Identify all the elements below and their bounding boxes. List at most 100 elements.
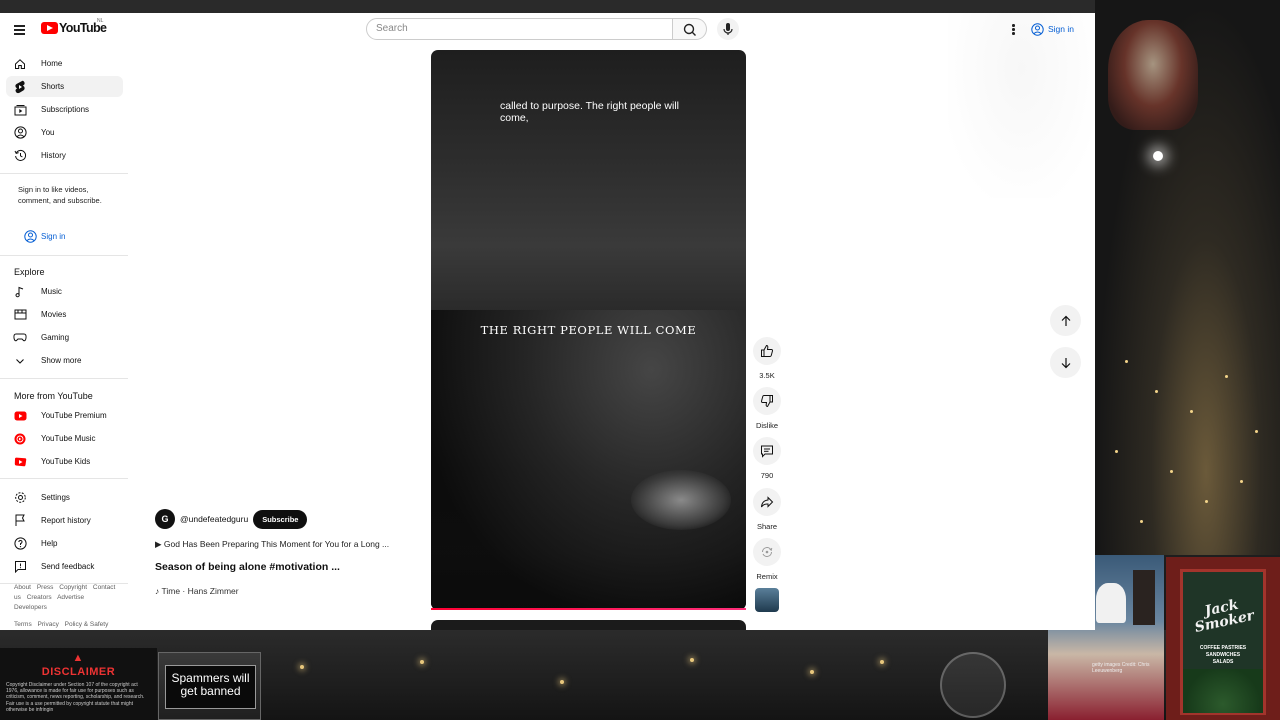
- music-credit-text: Time · Hans Zimmer: [161, 586, 239, 596]
- sidebar-item-youtube-music[interactable]: YouTube Music: [6, 428, 123, 449]
- youtube-premium-icon: [13, 409, 27, 423]
- menu-button[interactable]: [9, 19, 31, 39]
- like-button[interactable]: [753, 337, 781, 365]
- music-credit[interactable]: ♪ Time · Hans Zimmer: [155, 586, 239, 596]
- thumbs-up-icon: [761, 344, 773, 357]
- sidebar: Home Shorts Subscriptions You History Si…: [0, 45, 128, 630]
- search-input[interactable]: Search: [366, 18, 673, 40]
- sidebar-item-label: Gaming: [41, 333, 70, 342]
- footer-link[interactable]: Privacy: [38, 621, 59, 628]
- footer-links-row2: Terms Privacy Policy & Safety: [14, 620, 122, 630]
- sidebar-sign-in-button[interactable]: Sign in: [24, 228, 65, 244]
- sidebar-item-home[interactable]: Home: [6, 53, 123, 74]
- divider: [0, 478, 128, 479]
- video-progress-bar[interactable]: [431, 608, 746, 610]
- sidebar-item-label: Help: [41, 539, 58, 548]
- previous-short-button[interactable]: [1050, 305, 1081, 336]
- short-title[interactable]: Season of being alone #motivation ...: [155, 561, 410, 573]
- sidebar-item-shorts[interactable]: Shorts: [6, 76, 123, 97]
- sidebar-item-label: Music: [41, 287, 62, 296]
- windmill-shape: [1133, 570, 1155, 625]
- sidebar-item-label: YouTube Kids: [41, 457, 91, 466]
- sidebar-item-history[interactable]: History: [6, 145, 123, 166]
- sidebar-item-label: Send feedback: [41, 562, 95, 571]
- shorts-video-player[interactable]: called to purpose. The right people will…: [431, 50, 746, 610]
- sidebar-item-movies[interactable]: Movies: [6, 304, 123, 325]
- footer-link[interactable]: Terms: [14, 621, 32, 628]
- spam-warning-text: Spammers will get banned: [165, 665, 256, 709]
- region-code: NL: [97, 18, 104, 24]
- sidebar-item-music[interactable]: Music: [6, 281, 123, 302]
- footer-link[interactable]: Creators: [27, 594, 52, 601]
- next-short-button[interactable]: [1050, 347, 1081, 378]
- sidebar-item-report-history[interactable]: Report history: [6, 510, 123, 531]
- dislike-action: Dislike: [753, 387, 781, 430]
- youtube-kids-icon: [13, 455, 27, 469]
- sidebar-item-you[interactable]: You: [6, 122, 123, 143]
- menu-icon: [14, 25, 25, 27]
- help-icon: [13, 537, 27, 551]
- music-note-icon: ♪: [155, 586, 160, 596]
- youtube-play-icon: [41, 22, 58, 34]
- sidebar-item-label: Shorts: [41, 82, 65, 91]
- subscriptions-icon: [13, 103, 27, 117]
- shop-menu: COFFEE PASTRIES SANDWICHES SALADS: [1199, 645, 1247, 665]
- comments-action: 790: [753, 437, 781, 480]
- gaming-icon: [13, 331, 27, 345]
- sidebar-item-show-more[interactable]: Show more: [6, 350, 123, 371]
- sidebar-item-settings[interactable]: Settings: [6, 487, 123, 508]
- sidebar-item-youtube-premium[interactable]: YouTube Premium: [6, 405, 123, 426]
- sidebar-item-label: You: [41, 128, 55, 137]
- sidebar-item-label: Report history: [41, 516, 91, 525]
- chevron-down-icon: [13, 354, 27, 368]
- clock-icon: [940, 652, 1006, 718]
- sidebar-item-subscriptions[interactable]: Subscriptions: [6, 99, 123, 120]
- shorts-icon: [13, 80, 27, 94]
- share-label: Share: [756, 522, 777, 531]
- more-from-youtube-title: More from YouTube: [14, 391, 93, 401]
- movies-icon: [13, 308, 27, 322]
- gear-icon: [13, 491, 27, 505]
- footer-link[interactable]: Advertise: [57, 594, 84, 601]
- video-caption: called to purpose. The right people will…: [500, 100, 679, 124]
- shop-plants: [1183, 669, 1263, 713]
- remix-button[interactable]: [753, 538, 781, 566]
- voice-search-button[interactable]: [717, 18, 739, 40]
- wave-scenery: [631, 470, 731, 530]
- like-action: 3.5K: [753, 337, 781, 380]
- sidebar-item-youtube-kids[interactable]: YouTube Kids: [6, 451, 123, 472]
- footer-link[interactable]: Developers: [14, 604, 47, 611]
- cliff-scenery: [431, 310, 746, 610]
- divider: [0, 378, 128, 379]
- sign-in-label: Sign in: [1048, 24, 1074, 34]
- sidebar-item-send-feedback[interactable]: Send feedback: [6, 556, 123, 577]
- youtube-logo[interactable]: YouTube NL: [41, 18, 107, 35]
- arrow-up-icon: [1061, 315, 1070, 326]
- footer-link[interactable]: Press: [37, 584, 54, 591]
- sound-thumbnail[interactable]: [755, 588, 779, 612]
- divider: [0, 255, 128, 256]
- subscribe-button[interactable]: Subscribe: [253, 509, 308, 529]
- you-icon: [13, 126, 27, 140]
- sign-in-button[interactable]: Sign in: [1031, 18, 1084, 40]
- related-video-link[interactable]: ▶ God Has Been Preparing This Moment for…: [155, 539, 410, 550]
- camera-credit: getty images Credit: Chris Leeuwenberg: [1092, 662, 1150, 674]
- dislike-button[interactable]: [753, 387, 781, 415]
- spam-warning-panel: Spammers will get banned: [158, 652, 261, 720]
- youtube-window: YouTube NL Search Sign in Home Shorts Su: [0, 13, 1095, 630]
- comments-button[interactable]: [753, 437, 781, 465]
- footer-link[interactable]: Copyright: [59, 584, 87, 591]
- moon-light: [1153, 151, 1163, 161]
- footer-link[interactable]: About: [14, 584, 31, 591]
- next-short-preview[interactable]: [431, 620, 746, 630]
- share-button[interactable]: [753, 488, 781, 516]
- channel-avatar[interactable]: G: [155, 509, 175, 529]
- sidebar-item-help[interactable]: Help: [6, 533, 123, 554]
- sidebar-item-gaming[interactable]: Gaming: [6, 327, 123, 348]
- search-button[interactable]: [673, 18, 707, 40]
- sign-in-label: Sign in: [41, 231, 66, 241]
- channel-handle[interactable]: @undefeatedguru: [180, 514, 248, 524]
- sign-in-prompt: Sign in to like videos, comment, and sub…: [18, 185, 102, 205]
- more-options-button[interactable]: [1004, 19, 1022, 39]
- footer-link[interactable]: Policy & Safety: [65, 621, 109, 628]
